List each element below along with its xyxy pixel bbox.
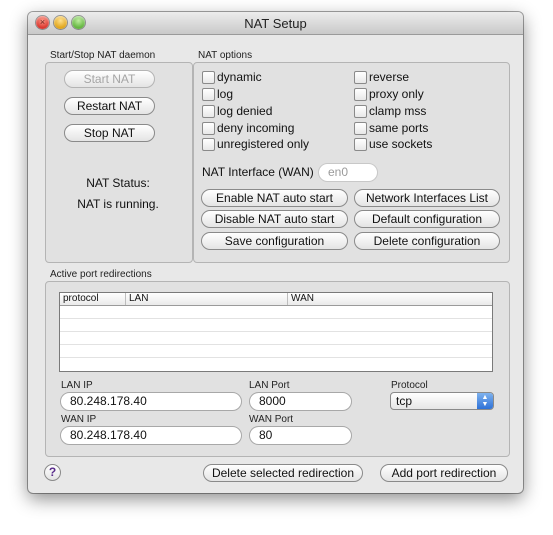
popup-arrows-icon: ▲ ▼ (477, 393, 493, 409)
delete-configuration-button[interactable]: Delete configuration (354, 232, 500, 250)
help-icon[interactable]: ? (44, 464, 61, 481)
window-title: NAT Setup (244, 16, 307, 31)
daemon-group (45, 62, 193, 263)
options-group-label: NAT options (198, 50, 253, 61)
stop-nat-button[interactable]: Stop NAT (64, 124, 155, 142)
title-bar[interactable]: × NAT Setup (28, 12, 523, 35)
enable-auto-start-button[interactable]: Enable NAT auto start (201, 189, 348, 207)
default-configuration-button[interactable]: Default configuration (354, 210, 500, 228)
column-header-wan[interactable]: WAN (288, 293, 492, 305)
lan-ip-label: LAN IP (61, 380, 93, 391)
save-configuration-button[interactable]: Save configuration (201, 232, 348, 250)
restart-nat-button[interactable]: Restart NAT (64, 97, 155, 115)
lan-port-label: LAN Port (249, 380, 290, 391)
nat-status-heading: NAT Status: (86, 176, 150, 190)
protocol-label: Protocol (391, 380, 428, 391)
disable-auto-start-button[interactable]: Disable NAT auto start (201, 210, 348, 228)
wan-ip-field[interactable]: 80.248.178.40 (60, 426, 242, 445)
table-row[interactable] (60, 306, 492, 319)
daemon-group-label: Start/Stop NAT daemon (50, 50, 156, 61)
column-header-lan[interactable]: LAN (126, 293, 288, 305)
lan-port-field[interactable]: 8000 (249, 392, 352, 411)
wan-ip-label: WAN IP (61, 414, 97, 425)
network-interfaces-list-button[interactable]: Network Interfaces List (354, 189, 500, 207)
start-nat-button[interactable]: Start NAT (64, 70, 155, 88)
delete-selected-redirection-button[interactable]: Delete selected redirection (203, 464, 363, 482)
column-header-protocol[interactable]: protocol (60, 293, 126, 305)
table-row[interactable] (60, 332, 492, 345)
redirections-table[interactable]: protocol LAN WAN (59, 292, 493, 372)
nat-setup-window: × NAT Setup Start/Stop NAT daemon Start … (28, 12, 523, 493)
wan-port-field[interactable]: 80 (249, 426, 352, 445)
add-port-redirection-button[interactable]: Add port redirection (380, 464, 508, 482)
wan-port-label: WAN Port (249, 414, 294, 425)
table-row[interactable] (60, 358, 492, 370)
nat-interface-field[interactable]: en0 (318, 163, 378, 182)
table-header: protocol LAN WAN (60, 293, 492, 306)
nat-status-text: NAT is running. (77, 197, 159, 211)
table-row[interactable] (60, 345, 492, 358)
protocol-select[interactable]: tcp ▲ ▼ (390, 392, 494, 410)
table-row[interactable] (60, 319, 492, 332)
redirections-group-label: Active port redirections (50, 269, 152, 280)
lan-ip-field[interactable]: 80.248.178.40 (60, 392, 242, 411)
nat-interface-label: NAT Interface (WAN) (202, 165, 314, 179)
protocol-value: tcp (396, 394, 413, 408)
